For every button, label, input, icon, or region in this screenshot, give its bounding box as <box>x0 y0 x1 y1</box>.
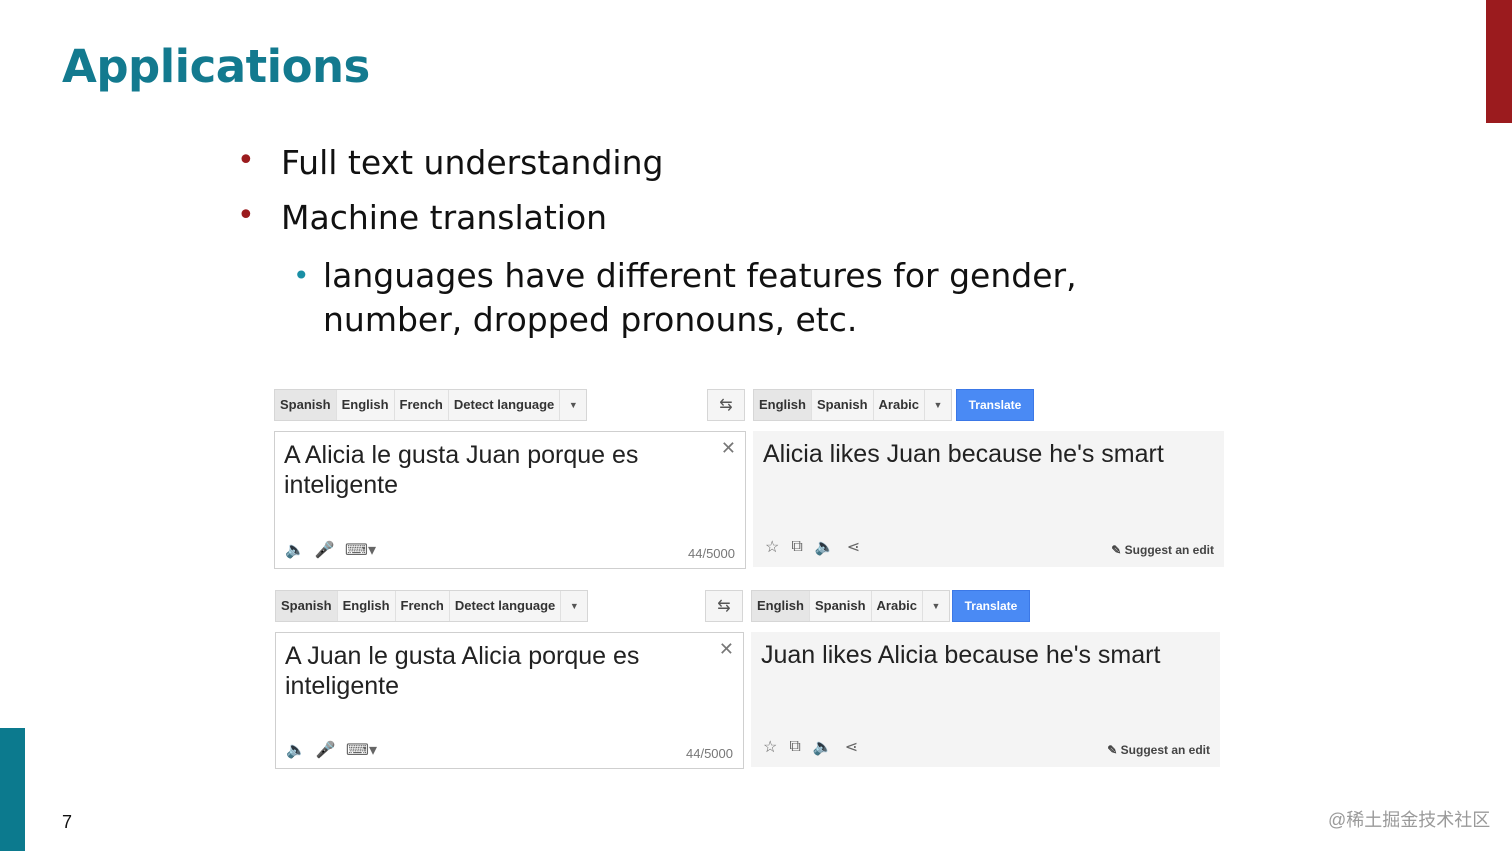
bullet-dot-icon: • <box>237 143 255 178</box>
share-icon[interactable]: ⋖ <box>847 537 860 557</box>
source-language-bar: Spanish English French Detect language ▼ <box>274 389 588 421</box>
speaker-icon[interactable]: 🔈 <box>286 740 306 760</box>
speaker-icon[interactable]: 🔈 <box>813 737 833 757</box>
swap-languages-icon[interactable]: ⇆ <box>705 590 743 622</box>
sub-bullet-text: languages have different features for ge… <box>323 256 1077 339</box>
source-text[interactable]: A Alicia le gusta Juan porque es intelig… <box>284 440 674 500</box>
output-tools: ☆ ⧉ 🔈 ⋖ <box>765 537 860 557</box>
star-icon[interactable]: ☆ <box>763 737 777 757</box>
output-text: Alicia likes Juan because he's smart <box>763 440 1164 468</box>
target-language-bar: English Spanish Arabic ▼ <box>751 590 950 622</box>
sub-bullet: • languages have different features for … <box>293 254 1223 342</box>
bullet-text: Full text understanding <box>281 143 664 182</box>
output-text-box: Alicia likes Juan because he's smart ☆ ⧉… <box>753 431 1224 567</box>
target-lang-spanish[interactable]: Spanish <box>810 591 872 621</box>
source-tools: 🔈 🎤 ⌨▾ <box>285 540 376 560</box>
keyboard-icon[interactable]: ⌨▾ <box>346 740 377 760</box>
source-lang-french[interactable]: French <box>395 390 449 420</box>
suggest-edit-link[interactable]: ✎ Suggest an edit <box>1107 743 1210 757</box>
source-lang-spanish[interactable]: Spanish <box>275 390 337 420</box>
translate-button[interactable]: Translate <box>956 389 1034 421</box>
target-lang-arabic[interactable]: Arabic <box>872 591 923 621</box>
close-icon[interactable]: ✕ <box>719 639 734 660</box>
star-icon[interactable]: ☆ <box>765 537 779 557</box>
microphone-icon[interactable]: 🎤 <box>315 540 335 560</box>
page-number: 7 <box>62 812 73 832</box>
target-language-bar: English Spanish Arabic ▼ <box>753 389 952 421</box>
close-icon[interactable]: ✕ <box>721 438 736 459</box>
target-lang-english[interactable]: English <box>752 591 810 621</box>
source-lang-spanish[interactable]: Spanish <box>276 591 338 621</box>
source-lang-english[interactable]: English <box>338 591 396 621</box>
speaker-icon[interactable]: 🔈 <box>815 537 835 557</box>
suggest-edit-link[interactable]: ✎ Suggest an edit <box>1111 543 1214 557</box>
output-tools: ☆ ⧉ 🔈 ⋖ <box>763 737 858 757</box>
character-count: 44/5000 <box>688 546 735 561</box>
bullet-1: • Full text understanding <box>237 143 664 182</box>
character-count: 44/5000 <box>686 746 733 761</box>
source-lang-detect[interactable]: Detect language <box>449 390 561 420</box>
copy-icon[interactable]: ⧉ <box>789 738 800 756</box>
source-text[interactable]: A Juan le gusta Alicia porque es intelig… <box>285 641 675 701</box>
suggest-edit-label: Suggest an edit <box>1120 743 1210 757</box>
source-text-box[interactable]: A Alicia le gusta Juan porque es intelig… <box>274 431 746 569</box>
source-lang-detect[interactable]: Detect language <box>450 591 562 621</box>
share-icon[interactable]: ⋖ <box>845 737 858 757</box>
suggest-edit-label: Suggest an edit <box>1124 543 1214 557</box>
target-lang-arabic[interactable]: Arabic <box>874 390 925 420</box>
bullet-dot-icon: • <box>237 198 255 233</box>
source-lang-english[interactable]: English <box>337 390 395 420</box>
source-lang-french[interactable]: French <box>396 591 450 621</box>
chevron-down-icon[interactable]: ▼ <box>560 390 586 420</box>
keyboard-icon[interactable]: ⌨▾ <box>345 540 376 560</box>
chevron-down-icon[interactable]: ▼ <box>925 390 951 420</box>
source-tools: 🔈 🎤 ⌨▾ <box>286 740 377 760</box>
speaker-icon[interactable]: 🔈 <box>285 540 305 560</box>
translate-button[interactable]: Translate <box>952 590 1030 622</box>
target-lang-spanish[interactable]: Spanish <box>812 390 874 420</box>
target-lang-english[interactable]: English <box>754 390 812 420</box>
source-text-box[interactable]: A Juan le gusta Alicia porque es intelig… <box>275 632 744 769</box>
output-text: Juan likes Alicia because he's smart <box>761 641 1161 669</box>
source-language-bar: Spanish English French Detect language ▼ <box>275 590 589 622</box>
bullet-text: Machine translation <box>281 198 608 237</box>
slide-title: Applications <box>62 40 370 93</box>
sub-bullet-dot-icon: • <box>293 259 310 292</box>
swap-languages-icon[interactable]: ⇆ <box>707 389 745 421</box>
teal-accent-bar <box>0 728 25 851</box>
watermark: @稀土掘金技术社区 <box>1328 810 1491 830</box>
bullet-2: • Machine translation <box>237 198 608 237</box>
copy-icon[interactable]: ⧉ <box>791 538 802 556</box>
chevron-down-icon[interactable]: ▼ <box>561 591 587 621</box>
microphone-icon[interactable]: 🎤 <box>316 740 336 760</box>
chevron-down-icon[interactable]: ▼ <box>923 591 949 621</box>
red-accent-bar <box>1486 0 1512 123</box>
output-text-box: Juan likes Alicia because he's smart ☆ ⧉… <box>751 632 1220 767</box>
